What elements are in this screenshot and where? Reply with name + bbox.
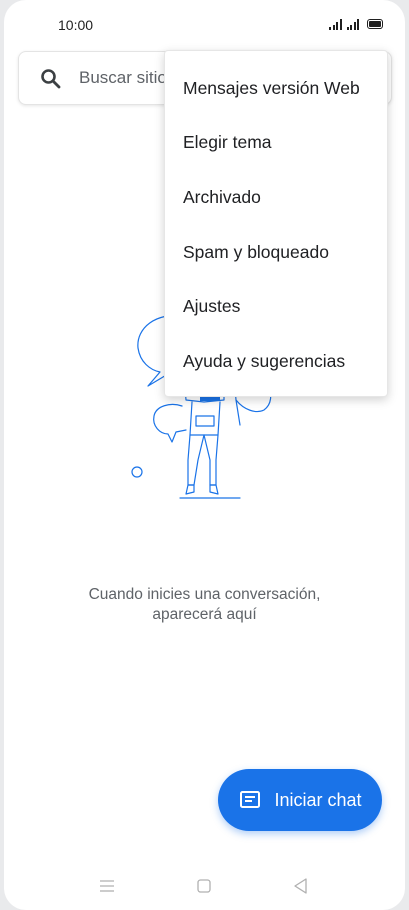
- menu-item-archived[interactable]: Archivado: [165, 170, 387, 225]
- start-chat-label: Iniciar chat: [274, 789, 362, 810]
- navigation-bar: [4, 868, 405, 902]
- signal-icon: [329, 18, 342, 30]
- battery-icon: [367, 19, 383, 29]
- empty-state-line-1: Cuando inicies una conversación,: [88, 586, 321, 603]
- message-icon: [240, 791, 261, 808]
- menu-item-choose-theme[interactable]: Elegir tema: [165, 116, 387, 171]
- search-icon: [41, 69, 61, 89]
- status-icons: [329, 18, 383, 30]
- menu-item-settings[interactable]: Ajustes: [165, 279, 387, 334]
- menu-item-help-feedback[interactable]: Ayuda y sugerencias: [165, 334, 387, 389]
- menu-item-web-messages[interactable]: Mensajes versión Web: [165, 61, 387, 116]
- empty-state-line-2: aparecerá aquí: [152, 606, 257, 623]
- signal-icon: [346, 18, 359, 30]
- start-chat-button[interactable]: Iniciar chat: [218, 769, 382, 831]
- menu-icon[interactable]: [97, 876, 117, 896]
- search-input[interactable]: Buscar sitio: [79, 68, 167, 88]
- status-bar: 10:00: [4, 0, 405, 50]
- home-square-icon[interactable]: [194, 876, 214, 896]
- empty-state-message: Cuando inicies una conversación, aparece…: [4, 585, 405, 625]
- status-time: 10:00: [58, 17, 94, 33]
- overflow-menu: Mensajes versión Web Elegir tema Archiva…: [164, 50, 388, 397]
- phone-screen: 10:00 Buscar sitio Mensajes versión Web …: [4, 0, 405, 910]
- back-triangle-icon[interactable]: [291, 876, 311, 896]
- menu-item-spam-blocked[interactable]: Spam y bloqueado: [165, 225, 387, 280]
